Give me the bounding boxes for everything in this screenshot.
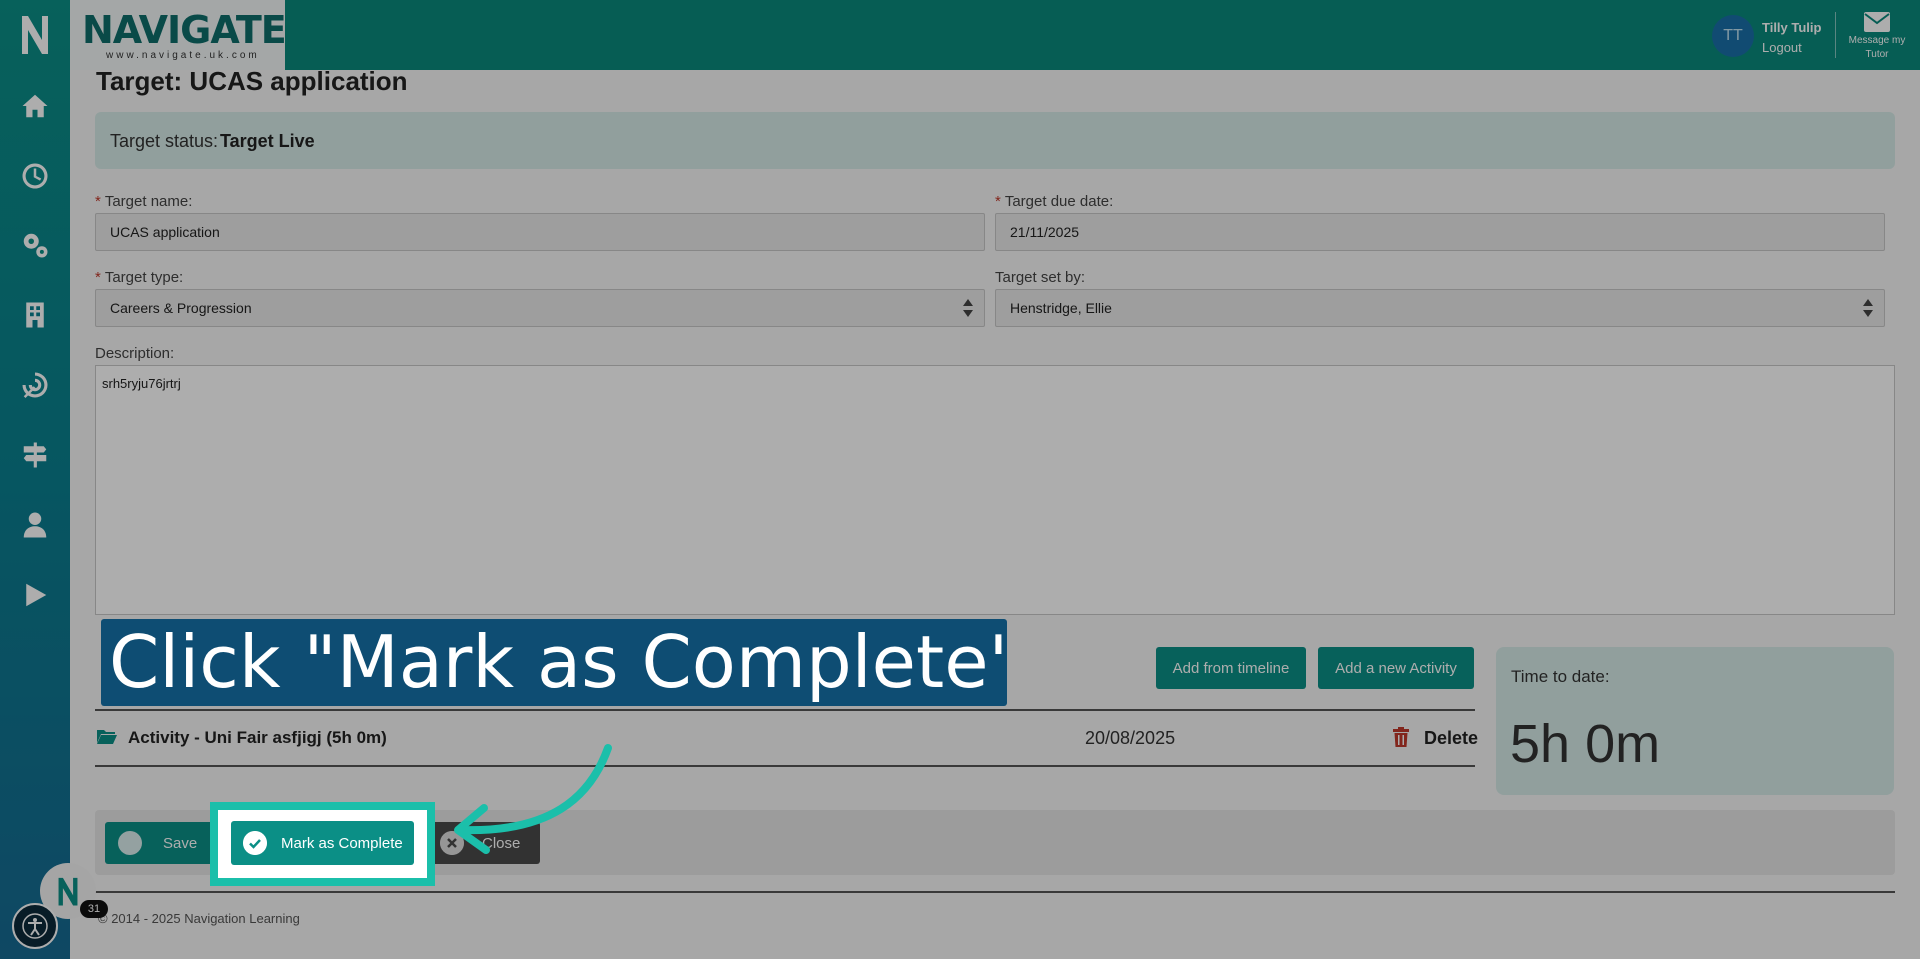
- avatar[interactable]: TT: [1712, 15, 1754, 57]
- due-date-input[interactable]: 21/11/2025: [995, 213, 1885, 251]
- tutorial-callout: Click "Mark as Complete": [101, 619, 1007, 706]
- mark-as-complete-button[interactable]: Mark as Complete: [231, 821, 414, 865]
- activities-top-divider: [95, 709, 1475, 711]
- description-textarea[interactable]: srh5ryju76jrtrj: [95, 365, 1895, 615]
- set-by-value: Henstridge, Ellie: [1010, 300, 1112, 316]
- navigate-n-icon: [58, 877, 78, 906]
- set-by-select[interactable]: Henstridge, Ellie: [995, 289, 1885, 327]
- activities-bottom-divider: [95, 765, 1475, 767]
- building-icon[interactable]: [17, 297, 53, 333]
- sidebar: [0, 0, 70, 959]
- top-header: [70, 0, 1920, 70]
- check-circle-icon: [118, 831, 142, 855]
- check-circle-icon: [243, 831, 267, 855]
- play-icon[interactable]: [17, 577, 53, 613]
- add-from-timeline-button[interactable]: Add from timeline: [1156, 647, 1306, 689]
- target-type-label: * Target type:: [95, 269, 184, 286]
- brand-url: www.navigate.uk.com: [106, 50, 260, 61]
- target-icon[interactable]: [17, 367, 53, 403]
- clock-icon[interactable]: [17, 158, 53, 194]
- user-name: Tilly Tulip: [1762, 20, 1822, 35]
- target-status-box: Target status: Target Live: [95, 112, 1895, 169]
- time-to-date-value: 5h 0m: [1510, 714, 1661, 774]
- target-type-select[interactable]: Careers & Progression: [95, 289, 985, 327]
- trash-icon[interactable]: [1393, 727, 1409, 747]
- time-to-date-card: Time to date: 5h 0m: [1496, 647, 1894, 795]
- message-tutor-label[interactable]: Message my Tutor: [1846, 34, 1908, 62]
- brand-wordmark: NAVIGATE: [82, 8, 287, 52]
- brand-logo[interactable]: NAVIGATE www.navigate.uk.com: [70, 0, 287, 70]
- save-label: Save: [163, 835, 198, 852]
- status-value: Target Live: [220, 131, 315, 151]
- time-to-date-label: Time to date:: [1511, 667, 1610, 686]
- footer-divider: [95, 891, 1895, 893]
- footer-copyright: © 2014 - 2025 Navigation Learning: [98, 911, 300, 926]
- status-label: Target status:: [110, 131, 219, 151]
- home-icon[interactable]: [17, 88, 53, 124]
- add-new-activity-button[interactable]: Add a new Activity: [1318, 647, 1474, 689]
- due-date-label: * Target due date:: [995, 193, 1114, 210]
- pointer-arrow-icon: [454, 744, 612, 854]
- select-arrows-icon: [1863, 299, 1873, 317]
- navigate-n-logo[interactable]: [20, 12, 50, 56]
- envelope-icon[interactable]: [1864, 12, 1890, 32]
- set-by-label: Target set by:: [995, 269, 1086, 286]
- target-name-input[interactable]: UCAS application: [95, 213, 985, 251]
- activity-row[interactable]: Activity - Uni Fair asfjigj (5h 0m) 20/0…: [95, 712, 1478, 762]
- folder-open-icon: [97, 730, 117, 744]
- target-name-label: * Target name:: [95, 193, 193, 210]
- activity-date: 20/08/2025: [1085, 728, 1176, 748]
- description-label: Description:: [95, 345, 175, 362]
- mark-as-complete-label: Mark as Complete: [281, 835, 403, 852]
- activity-title[interactable]: Activity - Uni Fair asfjigj (5h 0m): [128, 728, 387, 748]
- signpost-icon[interactable]: [17, 437, 53, 473]
- user-icon[interactable]: [17, 507, 53, 543]
- accessibility-icon: [22, 913, 48, 939]
- gears-icon[interactable]: [17, 227, 53, 263]
- accessibility-button[interactable]: [12, 903, 58, 949]
- save-button[interactable]: Save: [105, 822, 215, 864]
- page-title: Target: UCAS application: [96, 66, 408, 96]
- select-arrows-icon: [963, 299, 973, 317]
- delete-activity-link[interactable]: Delete: [1424, 728, 1478, 749]
- target-type-value: Careers & Progression: [110, 300, 252, 316]
- header-divider: [1835, 12, 1836, 58]
- notification-count-badge: 31: [80, 900, 108, 918]
- logout-link[interactable]: Logout: [1762, 40, 1802, 55]
